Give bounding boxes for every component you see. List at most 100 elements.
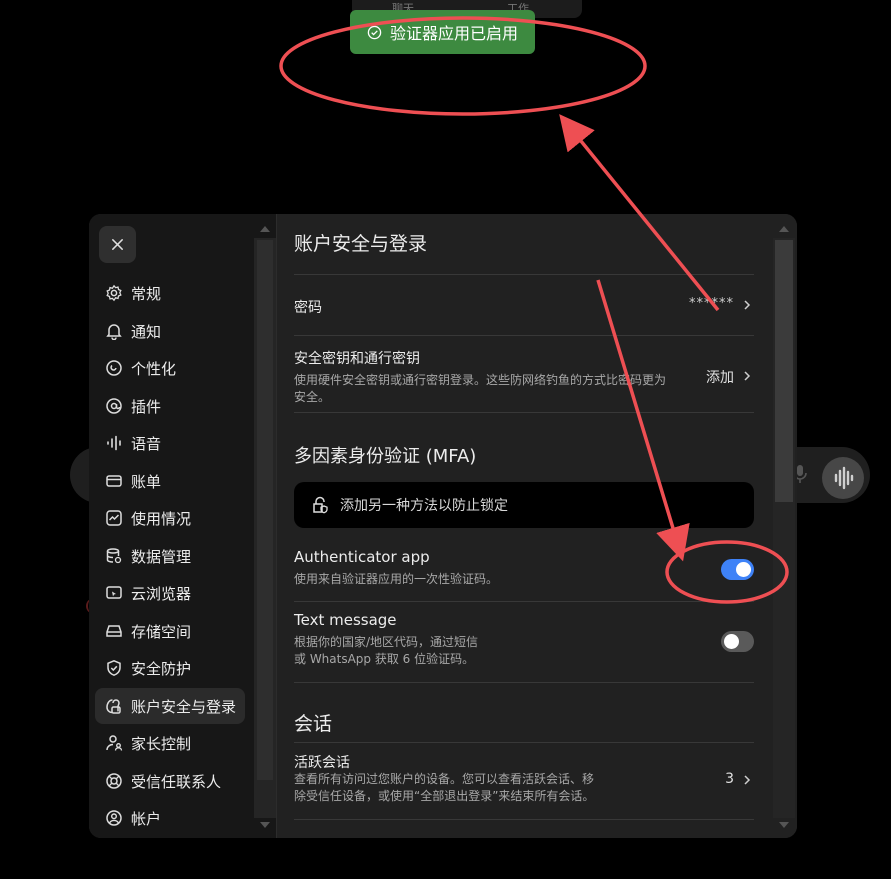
toast-text: 验证器应用已启用 [389,24,518,43]
active-sessions-label: 活跃会话 [294,755,350,771]
toggle-knob [724,634,739,649]
authenticator-label: Authenticator app [294,548,430,566]
key-lock-icon [106,699,121,714]
sms-desc-line: 根据你的国家/地区代码，通过短信 [294,635,479,649]
voice-wave-icon [107,435,121,451]
mfa-backup-banner[interactable]: 添加另一种方法以防止锁定 [294,482,754,528]
scroll-up-icon[interactable] [260,226,270,232]
sidebar-item-label: 存储空间 [131,622,192,641]
success-toast: 验证器应用已启用 [350,10,535,54]
sidebar-item-label: 使用情况 [131,509,192,528]
sidebar-item-usage[interactable]: 使用情况 [95,500,245,536]
text-message-toggle[interactable] [721,631,754,652]
divider [294,274,754,275]
sidebar-item-trusted-contacts[interactable]: 受信任联系人 [95,763,245,799]
usage-chart-icon [106,510,122,526]
voice-mode-button[interactable] [822,457,864,499]
sidebar-item-general[interactable]: 常规 [95,275,245,311]
sidebar-item-label: 安全防护 [131,659,192,678]
sidebar-item-label: 受信任联系人 [131,772,222,791]
active-sessions-description: 查看所有访问过您账户的设备。您可以查看活跃会话、移 除受信任设备，或使用“全部退… [294,771,594,805]
text-message-label: Text message [294,611,397,629]
scroll-down-icon[interactable] [260,822,270,828]
password-label: 密码 [294,300,322,316]
chevron-right-icon [744,300,751,310]
divider [294,682,754,683]
sidebar-scrollbar-thumb[interactable] [257,240,273,780]
close-icon [112,239,123,250]
page-title: 账户安全与登录 [294,233,428,255]
passkey-desc-line: 使用硬件安全密钥或通行密钥登录。这些防网络钓鱼的方式比密码更为 [294,373,667,387]
settings-sidebar: 常规 通知 个性化 插件 语音 账单 使用情况 数据管理 云浏览器 存储空间 安… [89,214,276,838]
sms-desc-line: 或 WhatsApp 获取 6 位验证码。 [294,652,475,666]
divider [294,412,754,413]
divider [294,819,754,820]
settings-content: 账户安全与登录 密码 ****** 安全密钥和通行密钥 使用硬件安全密钥或通行密… [277,214,797,838]
mfa-banner-text: 添加另一种方法以防止锁定 [340,498,508,514]
plugin-icon [106,398,122,414]
password-value: ****** [689,296,734,311]
sidebar-item-billing[interactable]: 账单 [95,463,245,499]
sidebar-item-label: 插件 [131,397,162,416]
lifebuoy-icon [106,773,122,789]
passkey-label: 安全密钥和通行密钥 [294,351,420,367]
scroll-up-icon[interactable] [779,226,789,232]
mfa-heading: 多因素身份验证 (MFA) [294,446,477,467]
passkey-row[interactable]: 安全密钥和通行密钥 使用硬件安全密钥或通行密钥登录。这些防网络钓鱼的方式比密码更… [294,336,754,412]
passkey-description: 使用硬件安全密钥或通行密钥登录。这些防网络钓鱼的方式比密码更为 安全。 [294,372,694,406]
sidebar-item-account-security[interactable]: 账户安全与登录 [95,688,245,724]
sessions-heading: 会话 [294,713,333,735]
sidebar-item-personalization[interactable]: 个性化 [95,350,245,386]
passkey-desc-line: 安全。 [294,390,331,404]
lock-shield-icon [313,496,328,514]
sidebar-item-label: 云浏览器 [131,584,192,603]
text-message-row: Text message 根据你的国家/地区代码，通过短信 或 WhatsApp… [294,602,754,682]
account-icon [106,810,122,826]
sidebar-item-label: 帐户 [131,809,162,828]
password-row[interactable]: 密码 ****** [294,276,754,335]
sidebar-item-parental-controls[interactable]: 家长控制 [95,725,245,761]
sidebar-item-cloud-browser[interactable]: 云浏览器 [95,575,245,611]
sidebar-item-label: 账户安全与登录 [131,697,237,716]
sidebar-item-label: 数据管理 [131,547,192,566]
add-passkey-button[interactable]: 添加 [706,367,734,387]
sidebar-item-plugins[interactable]: 插件 [95,388,245,424]
authenticator-toggle[interactable] [721,559,754,580]
sidebar-item-voice[interactable]: 语音 [95,425,245,461]
card-icon [106,475,122,487]
settings-dialog: 常规 通知 个性化 插件 语音 账单 使用情况 数据管理 云浏览器 存储空间 安… [89,214,797,838]
shield-icon [107,659,121,676]
toggle-knob [736,562,751,577]
sidebar-item-security[interactable]: 安全防护 [95,650,245,686]
gear-icon [106,284,122,302]
sidebar-item-label: 家长控制 [131,734,192,753]
sidebar-item-label: 通知 [131,322,162,341]
storage-icon [106,625,122,637]
active-sessions-row[interactable]: 活跃会话 查看所有访问过您账户的设备。您可以查看活跃会话、移 除受信任设备，或使… [294,743,754,819]
cloud-browser-icon [106,586,122,599]
bell-icon [106,324,122,340]
sessions-desc-line: 除受信任设备，或使用“全部退出登录”来结束所有会话。 [294,789,595,803]
sessions-desc-line: 查看所有访问过您账户的设备。您可以查看活跃会话、移 [294,772,595,786]
sidebar-item-label: 个性化 [131,359,177,378]
personalize-icon [106,360,122,376]
chevron-right-icon [744,775,751,785]
sidebar-item-notifications[interactable]: 通知 [95,313,245,349]
text-message-description: 根据你的国家/地区代码，通过短信 或 WhatsApp 获取 6 位验证码。 [294,634,478,668]
check-circle-icon [367,25,382,39]
voice-wave-icon [834,466,854,490]
chevron-right-icon [744,371,751,381]
sidebar-item-label: 语音 [131,434,162,453]
content-scrollbar-thumb[interactable] [775,240,793,502]
sidebar-item-data-management[interactable]: 数据管理 [95,538,245,574]
authenticator-row: Authenticator app 使用来自验证器应用的一次性验证码。 [294,539,754,601]
parental-icon [106,735,123,751]
sidebar-item-label: 常规 [131,284,162,303]
authenticator-description: 使用来自验证器应用的一次性验证码。 [294,572,499,586]
active-sessions-count: 3 [725,771,734,787]
scroll-down-icon[interactable] [779,822,789,828]
sidebar-item-account[interactable]: 帐户 [95,800,245,836]
sidebar-item-storage[interactable]: 存储空间 [95,613,245,649]
sidebar-item-label: 账单 [131,472,162,491]
close-button[interactable] [99,226,136,263]
